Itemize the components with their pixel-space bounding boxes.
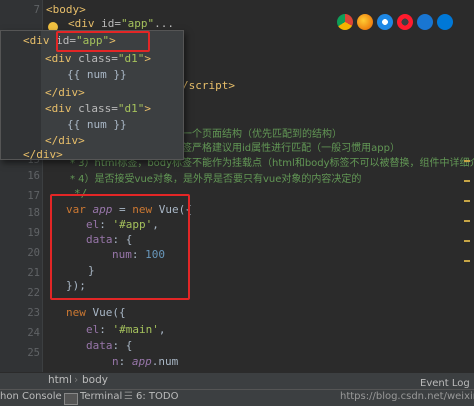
highlight-box-div-app (56, 31, 150, 52)
line-number: 22 (27, 287, 40, 299)
safari-icon[interactable] (377, 14, 393, 30)
marker[interactable] (464, 220, 470, 222)
popup-line: </div> (23, 148, 63, 161)
line-number: 18 (27, 207, 40, 219)
breadcrumb: html › body (0, 372, 474, 389)
breadcrumb-html[interactable]: html (48, 374, 72, 386)
terminal-tab[interactable]: Terminal (80, 391, 122, 402)
line-number: 25 (27, 347, 40, 359)
chrome-icon[interactable] (337, 14, 353, 30)
firefox-icon[interactable] (357, 14, 373, 30)
marker[interactable] (464, 180, 470, 182)
marker[interactable] (464, 240, 470, 242)
code-line: n: app.num (112, 355, 179, 368)
opera-icon[interactable] (397, 14, 413, 30)
todo-icon: ☰ (124, 391, 133, 402)
code-comment: * 4）是否接受vue对象，是外界是否要只有vue对象的内容决定的 (70, 174, 362, 185)
breadcrumb-body[interactable]: body (82, 374, 108, 386)
marker[interactable] (464, 160, 470, 162)
event-log-button[interactable]: Event Log (420, 378, 470, 389)
line-number: 21 (27, 267, 40, 279)
line-number: 24 (27, 327, 40, 339)
line-number: 7 (33, 4, 40, 16)
line-number: 16 (27, 170, 40, 182)
python-console-tab[interactable]: hon Console (0, 391, 62, 402)
edge-icon[interactable] (437, 14, 453, 30)
watermark-url: https://blog.csdn.net/weixin (340, 391, 474, 402)
line-number: 19 (27, 227, 40, 239)
breadcrumb-separator: › (74, 374, 79, 386)
line-number: 23 (27, 307, 40, 319)
error-stripe-markers[interactable] (462, 150, 472, 270)
todo-tab[interactable]: 6: TODO (136, 391, 178, 402)
ie-icon[interactable] (417, 14, 433, 30)
code-line: /script> (182, 79, 235, 92)
line-number: 20 (27, 247, 40, 259)
terminal-icon (64, 393, 78, 405)
marker[interactable] (464, 260, 470, 262)
popup-line: {{ num }} (67, 68, 127, 81)
browser-icons (337, 14, 453, 30)
tool-window-bar: hon Console Terminal ☰ 6: TODO https://b… (0, 378, 474, 406)
highlight-box-vue-instance (50, 194, 190, 300)
marker[interactable] (464, 200, 470, 202)
